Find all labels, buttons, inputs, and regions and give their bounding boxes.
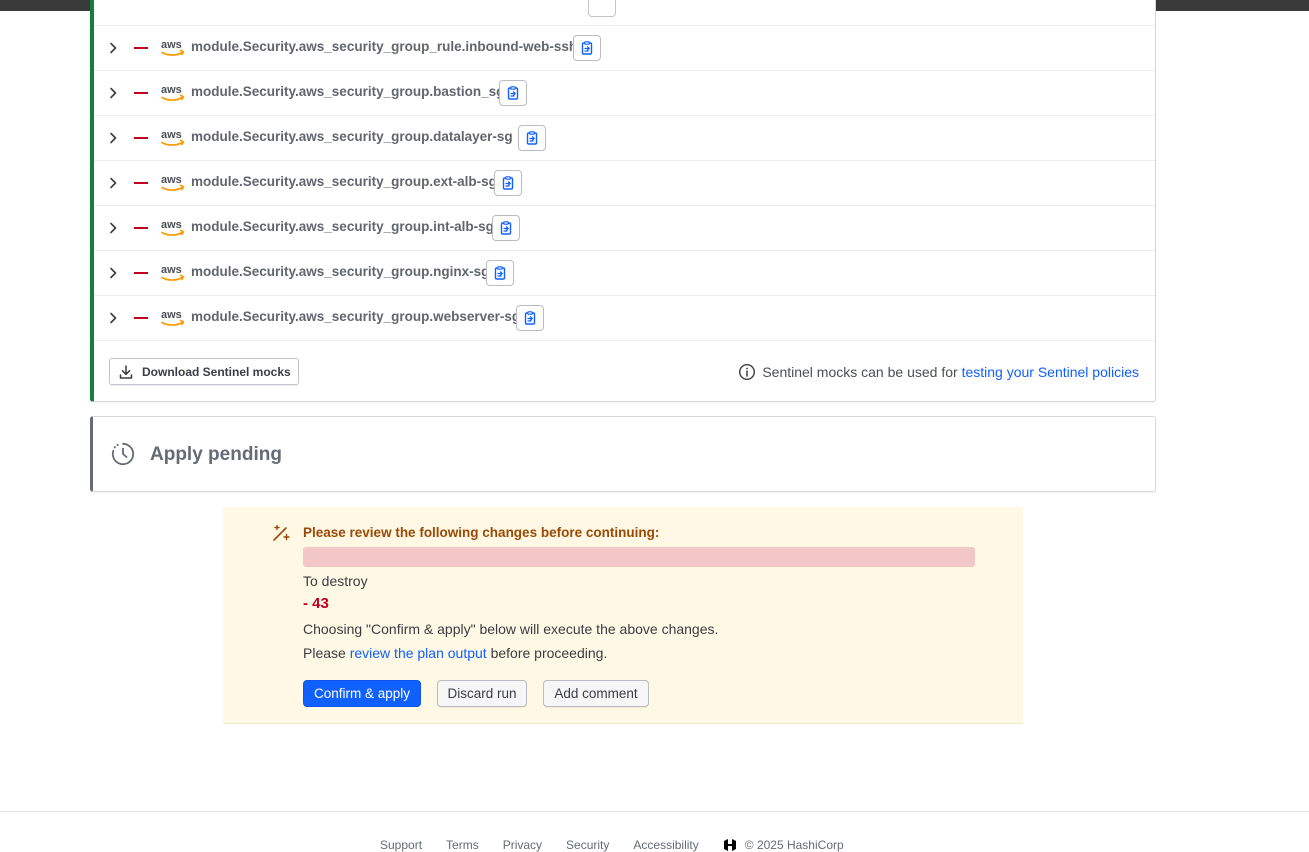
aws-logo-icon: aws xyxy=(161,84,185,101)
destroy-label: To destroy xyxy=(303,573,368,589)
discard-run-button[interactable]: Discard run xyxy=(437,680,527,707)
copy-resource-address-button[interactable] xyxy=(494,170,522,196)
resource-name: module.Security.aws_security_group.nginx… xyxy=(191,264,490,279)
footer-brand: © 2025 HashiCorp xyxy=(723,838,844,852)
destroy-minus-icon xyxy=(134,47,148,49)
clipboard-copy-icon xyxy=(524,311,536,325)
destroy-count: - 43 xyxy=(303,595,329,612)
chevron-right-icon[interactable] xyxy=(108,86,118,100)
apply-pending-title: Apply pending xyxy=(150,444,282,465)
chevron-right-icon[interactable] xyxy=(108,221,118,235)
magic-wand-icon xyxy=(273,525,290,541)
mock-note-text: Sentinel mocks can be used for xyxy=(762,364,958,380)
review-plan-output-link[interactable]: review the plan output xyxy=(350,645,487,661)
review-title: Please review the following changes befo… xyxy=(303,525,660,540)
clipboard-copy-icon xyxy=(502,176,514,190)
copy-resource-address-button[interactable] xyxy=(486,260,514,286)
hashicorp-logo-icon xyxy=(723,839,736,851)
chevron-right-icon[interactable] xyxy=(108,176,118,190)
copy-resource-address-button[interactable] xyxy=(518,125,546,151)
svg-text:aws: aws xyxy=(161,264,182,276)
destroy-minus-icon xyxy=(134,182,148,184)
destroy-minus-icon xyxy=(134,227,148,229)
resource-row[interactable]: aws module.Security.aws_security_group.in… xyxy=(94,206,1155,251)
download-sentinel-mocks-button[interactable]: Download Sentinel mocks xyxy=(109,358,299,385)
add-comment-button[interactable]: Add comment xyxy=(543,680,649,707)
review-changes-panel: Please review the following changes befo… xyxy=(223,507,1023,724)
plan-resource-list: aws module.Security.aws_security_group_ru… xyxy=(90,0,1156,402)
copy-button[interactable] xyxy=(588,0,616,17)
aws-logo-icon: aws xyxy=(161,264,185,281)
please-prefix: Please xyxy=(303,645,346,661)
clipboard-copy-icon xyxy=(507,86,519,100)
destroy-minus-icon xyxy=(134,317,148,319)
copy-resource-address-button[interactable] xyxy=(492,215,520,241)
svg-text:aws: aws xyxy=(161,219,182,231)
resource-row[interactable]: aws module.Security.aws_security_group.we… xyxy=(94,296,1155,341)
resource-row[interactable]: aws module.Security.aws_security_group.ba… xyxy=(94,71,1155,116)
svg-text:aws: aws xyxy=(161,309,182,321)
aws-logo-icon: aws xyxy=(161,129,185,146)
resource-name: module.Security.aws_security_group.datal… xyxy=(191,129,513,144)
destroy-proportion-bar xyxy=(303,547,975,567)
chevron-right-icon[interactable] xyxy=(108,131,118,145)
destroy-minus-icon xyxy=(134,272,148,274)
confirm-apply-button[interactable]: Confirm & apply xyxy=(303,680,421,707)
apply-pending-card: Apply pending xyxy=(90,416,1156,492)
resource-name: module.Security.aws_security_group.basti… xyxy=(191,84,505,99)
info-icon xyxy=(739,363,756,381)
svg-text:aws: aws xyxy=(161,84,182,96)
resource-name: module.Security.aws_security_group.int-a… xyxy=(191,219,494,234)
clipboard-copy-icon xyxy=(494,266,506,280)
aws-logo-icon: aws xyxy=(161,39,185,56)
resource-row[interactable]: aws module.Security.aws_security_group.ex… xyxy=(94,161,1155,206)
download-icon xyxy=(119,364,133,379)
aws-logo-icon: aws xyxy=(161,219,185,236)
footer-link-privacy[interactable]: Privacy xyxy=(503,838,542,852)
please-suffix: before proceeding. xyxy=(490,645,608,661)
clipboard-copy-icon xyxy=(526,131,538,145)
clipboard-copy-icon xyxy=(581,41,593,55)
confirm-explanation: Choosing "Confirm & apply" below will ex… xyxy=(303,621,719,637)
svg-text:aws: aws xyxy=(161,129,182,141)
copy-resource-address-button[interactable] xyxy=(499,80,527,106)
review-plan-prompt: Please review the plan output before pro… xyxy=(303,645,607,661)
chevron-right-icon[interactable] xyxy=(108,41,118,55)
svg-text:aws: aws xyxy=(161,174,182,186)
destroy-minus-icon xyxy=(134,137,148,139)
resource-name: module.Security.aws_security_group.webse… xyxy=(191,309,521,324)
resource-row[interactable]: aws module.Security.aws_security_group.da… xyxy=(94,116,1155,161)
resource-rows: aws module.Security.aws_security_group_ru… xyxy=(94,26,1155,341)
chevron-right-icon[interactable] xyxy=(108,311,118,325)
copyright: © 2025 HashiCorp xyxy=(744,838,844,852)
footer-link-accessibility[interactable]: Accessibility xyxy=(633,838,698,852)
footer-link-terms[interactable]: Terms xyxy=(446,838,479,852)
footer-divider xyxy=(0,811,1309,812)
resource-row[interactable]: aws module.Security.aws_security_group_ru… xyxy=(94,26,1155,71)
resource-name: module.Security.aws_security_group_rule.… xyxy=(191,39,578,54)
clipboard-copy-icon xyxy=(500,221,512,235)
copy-resource-address-button[interactable] xyxy=(516,305,544,331)
footer-link-support[interactable]: Support xyxy=(380,838,422,852)
footer: Support Terms Privacy Security Accessibi… xyxy=(380,838,844,852)
resource-row-partial xyxy=(94,0,1155,26)
clock-icon xyxy=(111,442,135,466)
aws-logo-icon: aws xyxy=(161,309,185,326)
download-label: Download Sentinel mocks xyxy=(142,364,291,379)
resource-name: module.Security.aws_security_group.ext-a… xyxy=(191,174,497,189)
chevron-right-icon[interactable] xyxy=(108,266,118,280)
testing-sentinel-policies-link[interactable]: testing your Sentinel policies xyxy=(962,364,1139,380)
copy-resource-address-button[interactable] xyxy=(573,35,601,61)
destroy-minus-icon xyxy=(134,92,148,94)
resource-row[interactable]: aws module.Security.aws_security_group.ng… xyxy=(94,251,1155,296)
plan-card-footer: Download Sentinel mocks Sentinel mocks c… xyxy=(94,341,1155,401)
aws-logo-icon: aws xyxy=(161,174,185,191)
sentinel-mock-note: Sentinel mocks can be used for testing y… xyxy=(738,363,1139,381)
footer-link-security[interactable]: Security xyxy=(566,838,609,852)
svg-text:aws: aws xyxy=(161,39,182,51)
